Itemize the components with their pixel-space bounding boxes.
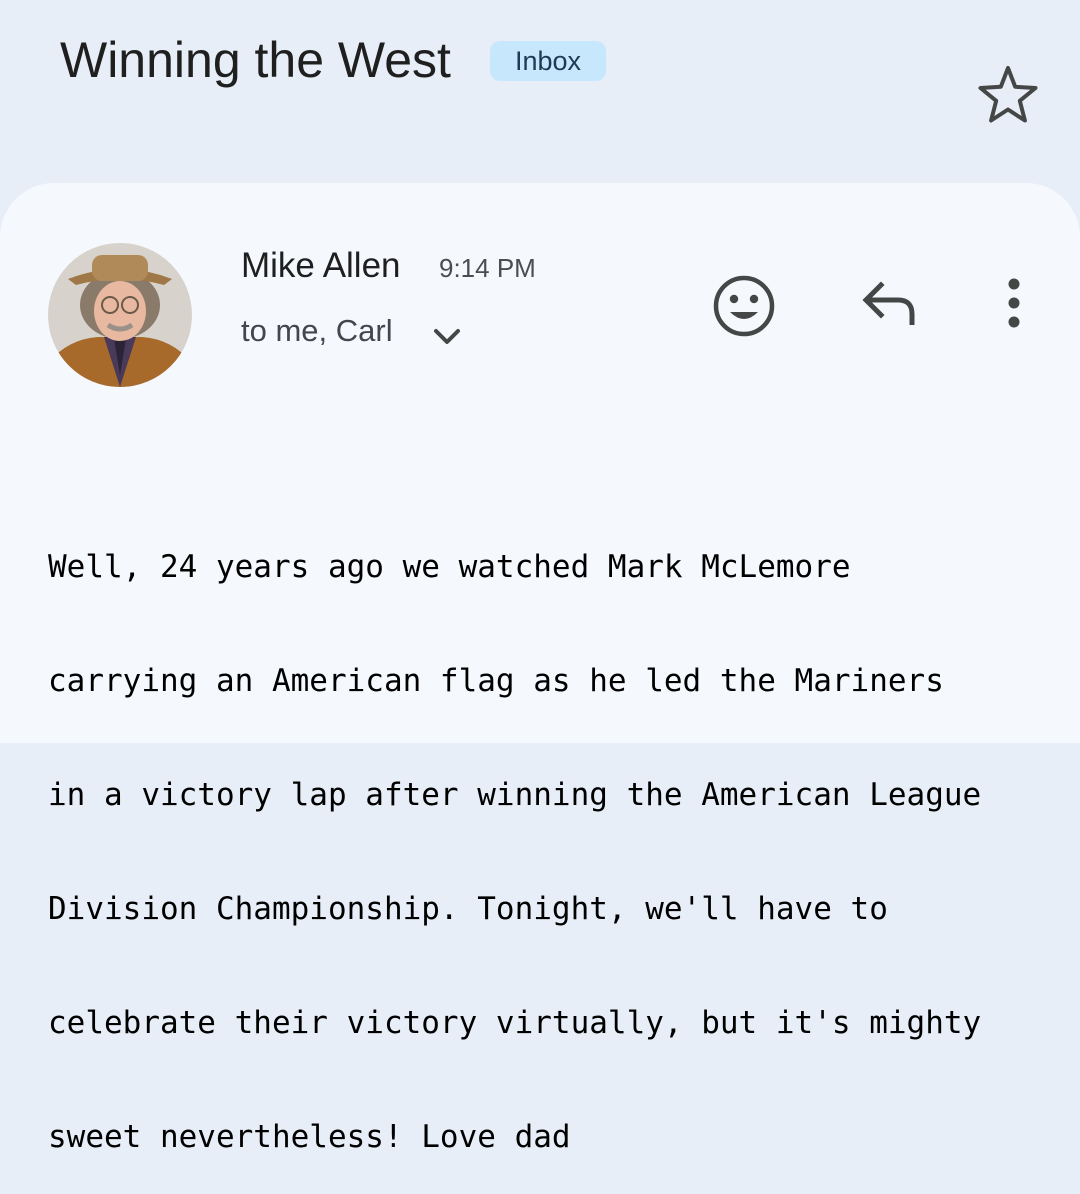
reply-icon (862, 281, 915, 325)
body-line: Division Championship. Tonight, we'll ha… (48, 891, 888, 927)
message-time: 9:14 PM (439, 253, 536, 283)
body-line: celebrate their victory virtually, but i… (48, 1005, 982, 1041)
sender-name[interactable]: Mike Allen (241, 245, 401, 287)
recipients-summary[interactable]: to me, Carl (241, 313, 393, 349)
body-line: carrying an American flag as he led the … (48, 663, 944, 699)
reply-button[interactable] (856, 276, 922, 332)
body-line: sweet nevertheless! Love dad (48, 1119, 571, 1155)
body-line: in a victory lap after winning the Ameri… (48, 777, 982, 813)
sender-avatar[interactable] (48, 243, 192, 387)
body-line: Well, 24 years ago we watched Mark McLem… (48, 549, 851, 585)
emoji-reaction-icon (713, 275, 775, 337)
more-vert-icon (1008, 278, 1020, 328)
message-body: Well, 24 years ago we watched Mark McLem… (48, 472, 1058, 1194)
star-outline-icon (978, 66, 1038, 123)
email-subject: Winning the West (60, 32, 451, 88)
add-reaction-button[interactable] (710, 272, 778, 340)
expand-details-button[interactable] (430, 323, 464, 351)
more-options-button[interactable] (996, 274, 1032, 334)
chevron-down-icon (434, 329, 460, 344)
inbox-label-chip[interactable]: Inbox (490, 41, 607, 81)
star-button[interactable] (975, 62, 1041, 124)
